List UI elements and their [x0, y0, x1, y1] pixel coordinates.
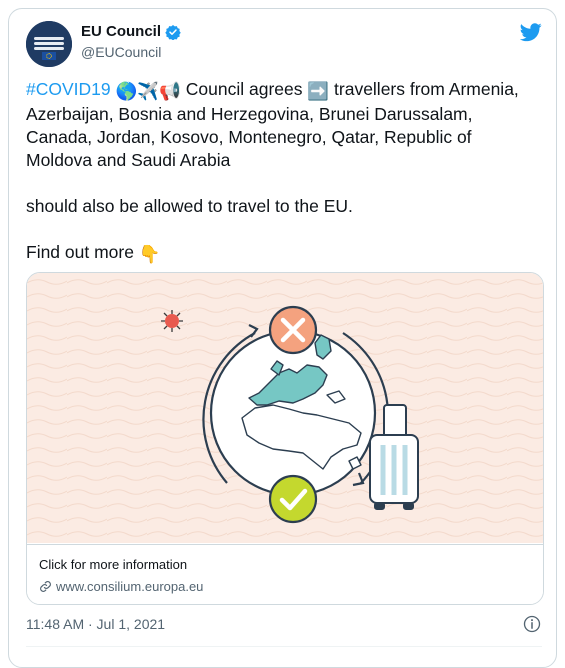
tweet-text-paragraph-3: Find out more: [26, 242, 139, 262]
card-illustration[interactable]: [27, 273, 543, 543]
twitter-bird-icon[interactable]: [520, 21, 542, 43]
hashtag-link[interactable]: #COVID19: [26, 79, 111, 99]
account-name[interactable]: EU Council: [81, 23, 161, 40]
check-circle-icon: [268, 474, 318, 524]
cross-circle-icon: [268, 305, 318, 355]
tweet-card[interactable]: EU Council @EUCouncil #COVID19 🌎✈️📢 Coun…: [8, 8, 557, 668]
verified-badge-icon: [165, 24, 181, 40]
virus-icon: [161, 310, 183, 332]
tweet-text-paragraph-2: should also be allowed to travel to the …: [26, 196, 353, 216]
card-meta[interactable]: Click for more information www.consilium…: [27, 544, 543, 604]
card-domain-link[interactable]: www.consilium.europa.eu: [39, 579, 203, 594]
info-icon[interactable]: [522, 614, 542, 634]
eu-council-logo-icon: [26, 21, 72, 67]
megaphone-emoji: 📢: [159, 81, 181, 101]
globe-emoji: 🌎: [115, 81, 138, 101]
account-handle[interactable]: @EUCouncil: [81, 44, 161, 60]
tweet-text-segment-1: Council agrees: [180, 79, 308, 99]
divider: [26, 646, 542, 647]
tweet-timestamp[interactable]: 11:48 AM · Jul 1, 2021: [26, 616, 165, 632]
card-domain[interactable]: www.consilium.europa.eu: [56, 579, 203, 594]
travel-restrictions-illustration: [27, 273, 543, 543]
link-icon: [40, 581, 51, 592]
tweet-text: #COVID19 🌎✈️📢 Council agrees ➡️ travelle…: [26, 78, 531, 266]
card-title[interactable]: Click for more information: [39, 557, 187, 572]
right-arrow-emoji: ➡️: [307, 81, 330, 101]
link-card[interactable]: Click for more information www.consilium…: [26, 272, 544, 605]
pointing-down-emoji: 👇: [138, 244, 161, 264]
plane-emoji: ✈️: [137, 81, 160, 101]
avatar[interactable]: [26, 21, 72, 67]
